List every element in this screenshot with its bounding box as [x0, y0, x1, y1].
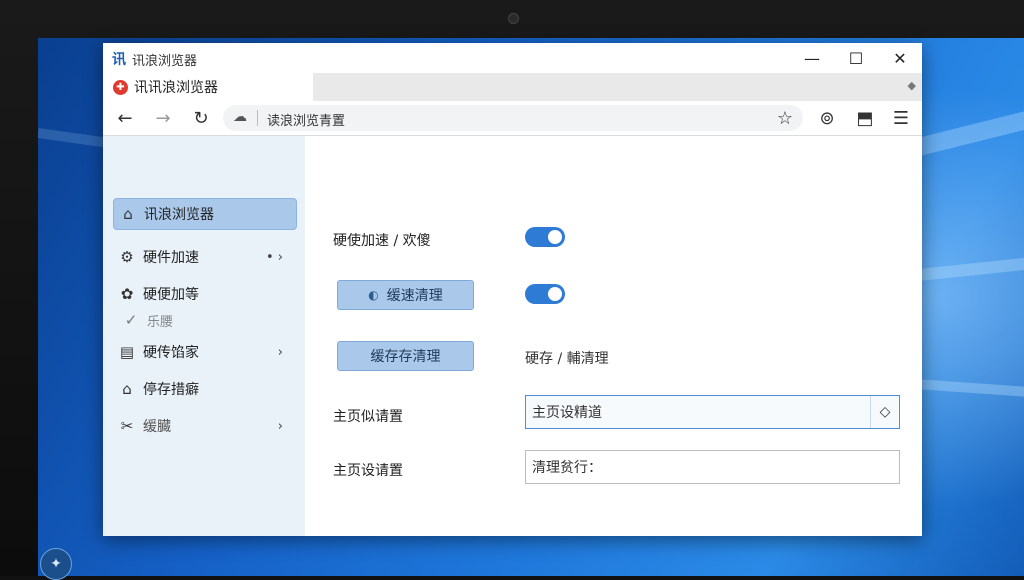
- clear-input[interactable]: [532, 457, 862, 477]
- bookmark-button[interactable]: ☆: [771, 105, 799, 131]
- profile-icon: ⊚: [819, 107, 835, 129]
- minimize-button[interactable]: —: [790, 45, 834, 71]
- app-logo-icon: 讯: [112, 52, 126, 68]
- home-outline-icon: ⌂: [122, 380, 132, 398]
- toggle-knob: [548, 287, 562, 301]
- sidebar-item-browser[interactable]: ⌂ 讯浪浏览器: [113, 198, 297, 230]
- sidebar-item-storage[interactable]: ⌂ 停存措癖: [113, 374, 295, 404]
- sidebar-item-hardware-acceleration[interactable]: ⚙ 硬件加速 • ›: [113, 242, 295, 272]
- chevron-right-icon: • ›: [266, 249, 283, 265]
- homepage-label: 主页似请置: [333, 409, 403, 425]
- start-button[interactable]: ✦: [40, 548, 72, 580]
- sidebar-item-label: 停存措癖: [143, 382, 199, 398]
- reload-icon: ↻: [193, 107, 209, 129]
- extensions-button[interactable]: ⬒: [851, 105, 879, 131]
- sidebar-subitem-label: 乐腰: [147, 314, 174, 330]
- start-icon: ✦: [50, 556, 62, 572]
- hardware-acceleration-label: 硬使加速 / 欢傻: [333, 233, 431, 249]
- toggle-knob: [548, 230, 562, 244]
- maximize-icon: ☐: [848, 48, 864, 68]
- forward-arrow-icon: →: [155, 107, 171, 129]
- clear-cache-button-label: 缓速清理: [386, 288, 443, 304]
- sidebar-item-performance[interactable]: ✿ 硬便加等: [113, 279, 295, 309]
- window-title: 讯浪浏览器: [132, 54, 198, 69]
- forward-button[interactable]: →: [149, 105, 177, 131]
- homepage-input[interactable]: [532, 402, 862, 422]
- tab-overflow-icon[interactable]: ◆: [908, 79, 916, 92]
- clear-stored-cache-button-label: 缓存存清理: [370, 349, 441, 365]
- clear-stored-cache-button[interactable]: 缓存存清理: [337, 341, 474, 371]
- address-divider: [257, 110, 258, 126]
- sidebar-item-documents[interactable]: ▤ 硬传馅家 ›: [113, 337, 295, 367]
- cache-toggle[interactable]: [525, 284, 565, 304]
- sidebar-item-label: 讯浪浏览器: [144, 207, 214, 223]
- settings-sidebar: ⌂ 讯浪浏览器 ⚙ 硬件加速 • › ✿ 硬便加等 ✓ 乐腰 ▤ 硬传馅家 › …: [103, 136, 305, 536]
- address-text[interactable]: 读浪浏览青置: [267, 110, 345, 129]
- browser-toolbar: ← → ↻ ☁ 读浪浏览青置 ☆ ⊚ ⬒ ☰: [103, 101, 922, 136]
- home-icon: ⌂: [123, 205, 133, 223]
- address-bar[interactable]: ☁ 读浪浏览青置: [223, 105, 803, 131]
- browser-window: 讯 讯浪浏览器 — ☐ ✕ ✚ 讯讯浪浏览器 ◆ ← → ↻ ☁ 读浪浏览青置 …: [103, 43, 922, 536]
- hardware-acceleration-toggle[interactable]: [525, 227, 565, 247]
- back-button[interactable]: ←: [111, 105, 139, 131]
- sidebar-item-label: 硬传馅家: [143, 345, 199, 361]
- clear-field[interactable]: [525, 450, 900, 484]
- sidebar-item-label: 硬便加等: [143, 287, 199, 303]
- close-button[interactable]: ✕: [878, 45, 922, 71]
- webcam: [508, 13, 519, 24]
- title-bar: 讯 讯浪浏览器 — ☐ ✕: [103, 43, 922, 73]
- cache-storage-text: 硬存 / 輔清理: [525, 351, 609, 367]
- clear-cache-button[interactable]: ◐ 缓速清理: [337, 280, 474, 310]
- sidebar-item-label: 硬件加速: [143, 250, 199, 266]
- tab-label: 讯讯浪浏览器: [134, 80, 218, 96]
- chevron-right-icon: ›: [277, 344, 283, 360]
- minimize-icon: —: [804, 48, 820, 68]
- dropdown-icon[interactable]: ◇: [870, 396, 899, 428]
- tab-strip: ✚ 讯讯浪浏览器 ◆: [103, 73, 922, 101]
- sidebar-item-tools[interactable]: ✂ 缓臓 ›: [113, 411, 295, 441]
- sidebar-subitem[interactable]: ✓ 乐腰: [117, 309, 173, 331]
- tools-icon: ✂: [120, 417, 134, 435]
- homepage-select[interactable]: ◇: [525, 395, 900, 429]
- menu-button[interactable]: ☰: [887, 105, 915, 131]
- close-icon: ✕: [893, 48, 907, 68]
- reload-button[interactable]: ↻: [187, 105, 215, 131]
- gear-icon: ⚙: [120, 248, 134, 266]
- chevron-right-icon: ›: [277, 418, 283, 434]
- clean-icon: ◐: [368, 288, 379, 302]
- site-info-icon[interactable]: ☁: [233, 109, 247, 125]
- homepage-setting-label: 主页设请置: [333, 463, 403, 479]
- browser-tab[interactable]: ✚ 讯讯浪浏览器: [103, 73, 313, 101]
- maximize-button[interactable]: ☐: [834, 45, 878, 71]
- star-icon: ☆: [776, 107, 794, 129]
- back-arrow-icon: ←: [117, 107, 133, 129]
- tab-favicon-icon: ✚: [113, 79, 128, 95]
- profile-button[interactable]: ⊚: [813, 105, 841, 131]
- menu-icon: ☰: [892, 107, 910, 129]
- extensions-icon: ⬒: [856, 107, 874, 129]
- sidebar-item-label: 缓臓: [143, 419, 171, 435]
- settings-content: 硬使加速 / 欢傻 ◐ 缓速清理 缓存存清理 硬存 / 輔清理 主页似请置 ◇ …: [305, 136, 922, 536]
- check-circle-icon: ✓: [124, 311, 138, 329]
- document-icon: ▤: [119, 343, 135, 361]
- cog-icon: ✿: [120, 285, 134, 303]
